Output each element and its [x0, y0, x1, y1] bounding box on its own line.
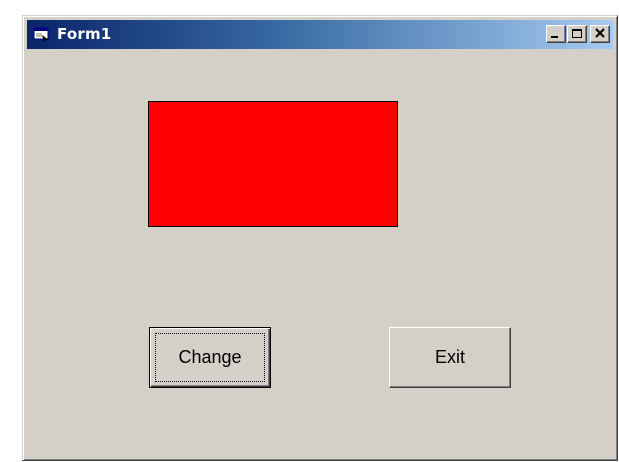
form-window: Form1 Change Exit — [22, 15, 618, 461]
exit-button-label: Exit — [434, 347, 465, 367]
change-button[interactable]: Change — [149, 327, 271, 388]
maximize-icon — [572, 29, 582, 38]
red-rectangle-shape — [148, 101, 398, 227]
minimize-button[interactable] — [546, 25, 566, 43]
maximize-button[interactable] — [567, 25, 587, 43]
window-title: Form1 — [57, 25, 112, 43]
close-icon — [595, 28, 605, 38]
form-icon[interactable] — [33, 26, 51, 42]
form-client-area: Change Exit — [27, 49, 613, 456]
minimize-icon — [551, 36, 558, 38]
title-bar[interactable]: Form1 — [27, 20, 613, 49]
change-button-label: Change — [178, 347, 242, 367]
exit-button[interactable]: Exit — [389, 327, 511, 388]
close-button[interactable] — [590, 25, 610, 43]
